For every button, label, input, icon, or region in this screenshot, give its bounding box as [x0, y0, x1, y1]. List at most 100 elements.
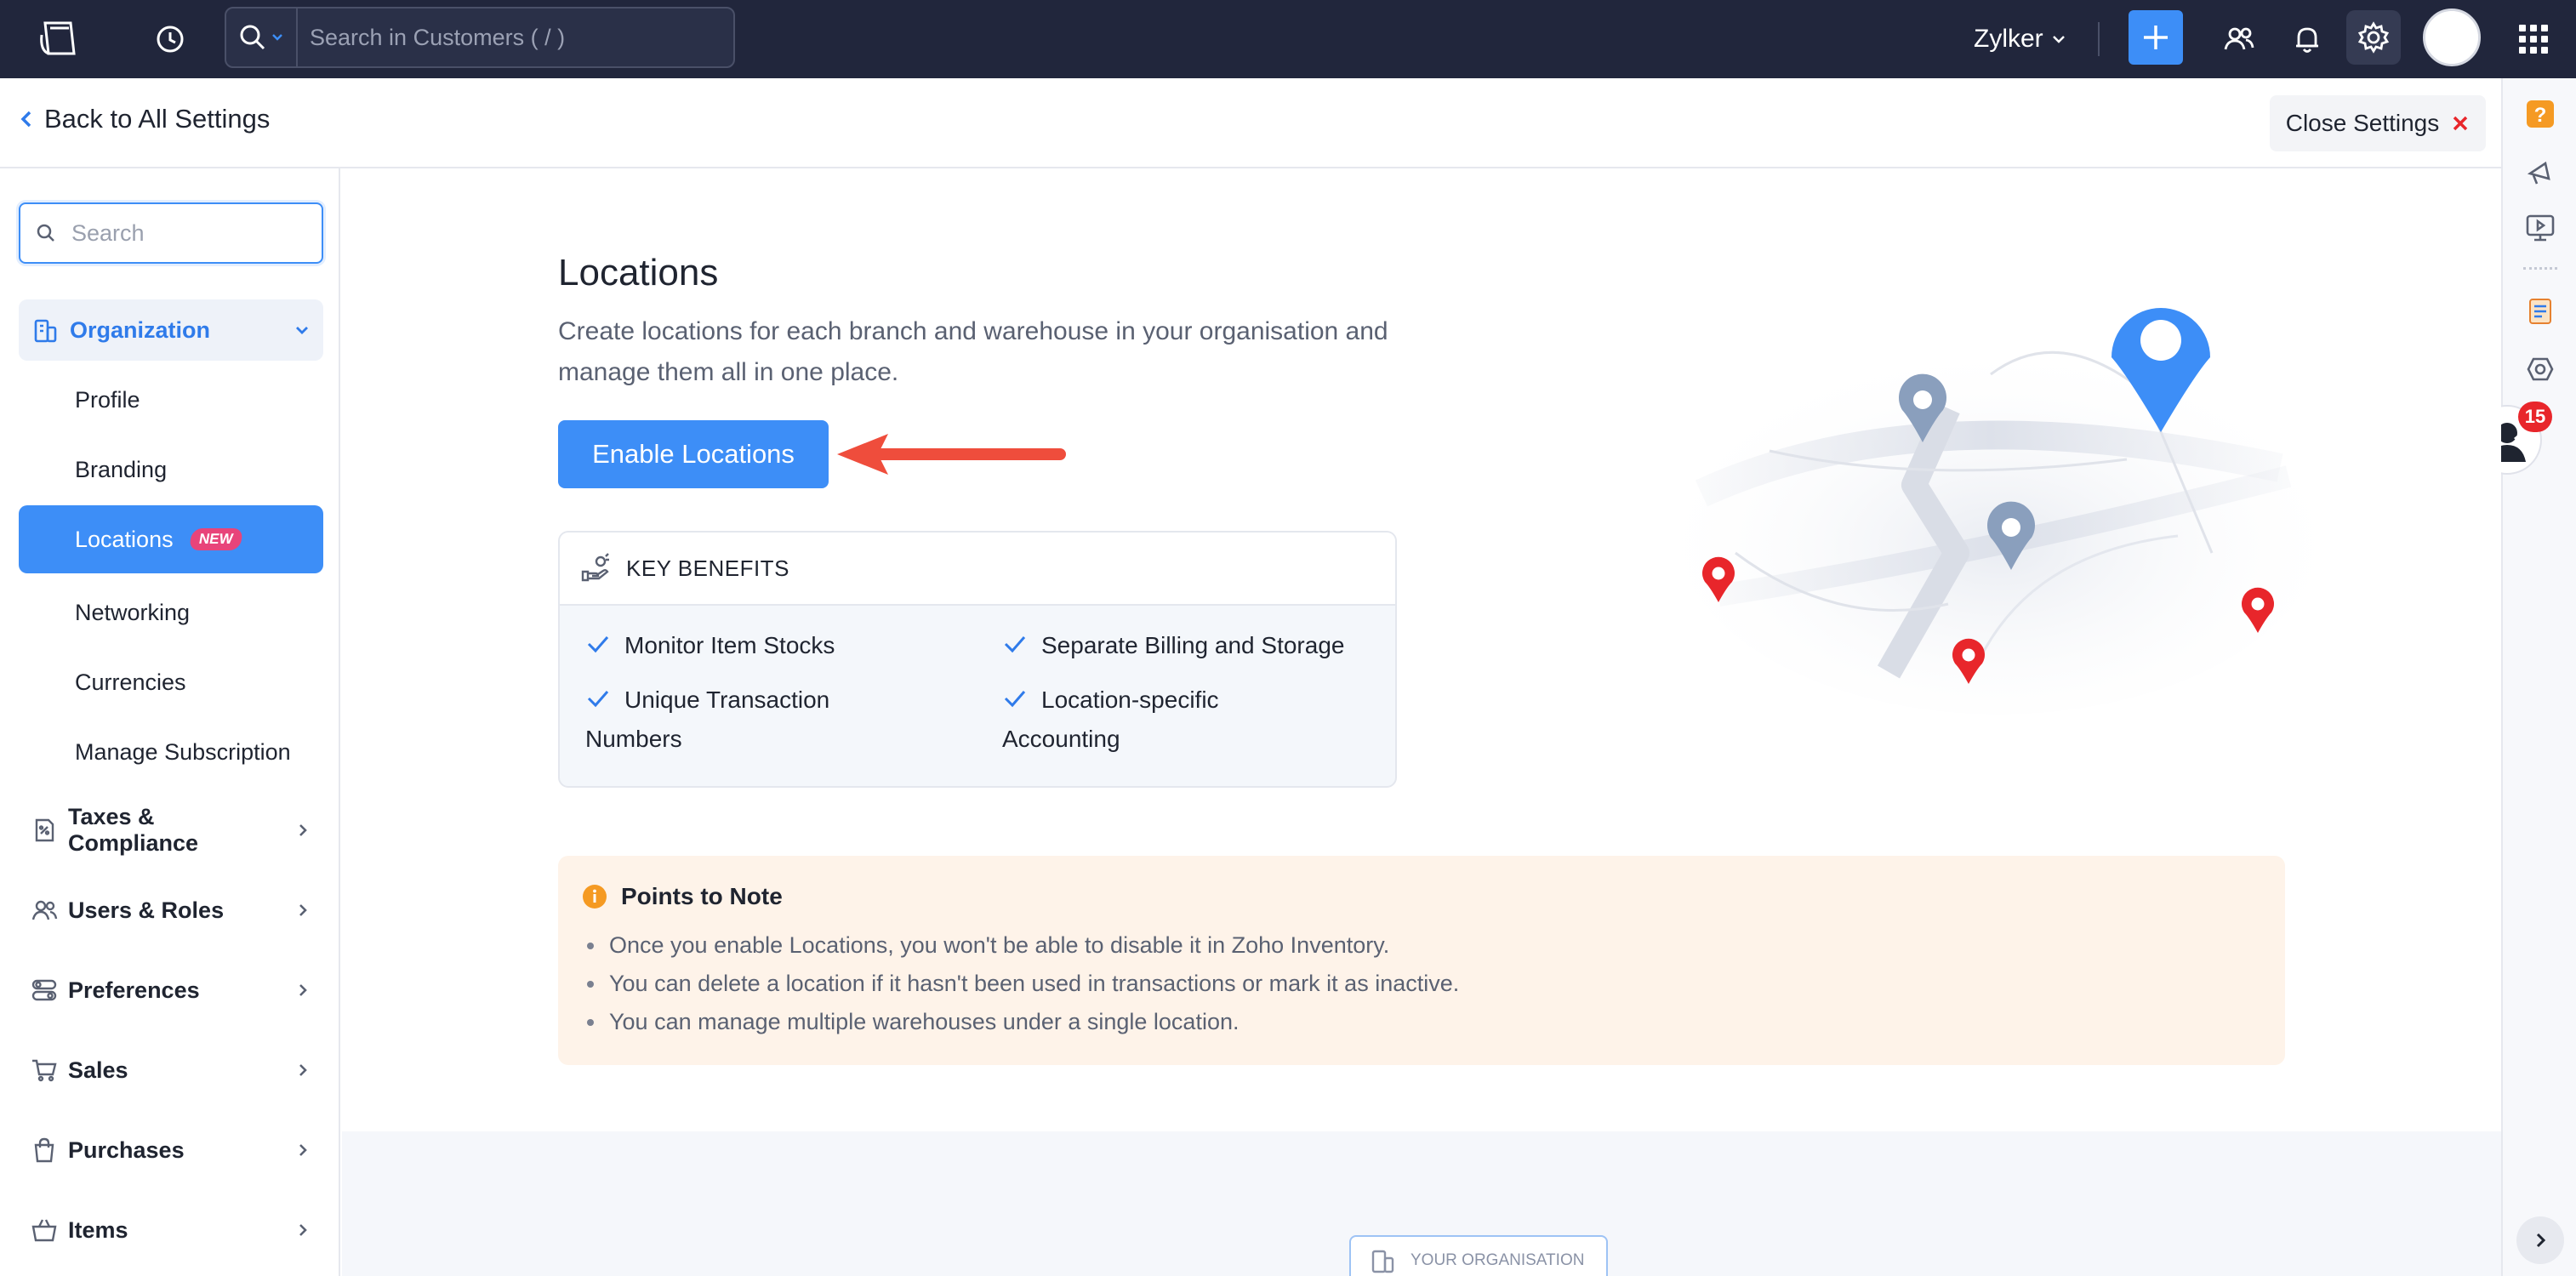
bell-icon[interactable]: [2287, 19, 2328, 60]
svg-text:?: ?: [2534, 104, 2547, 127]
org-name: Zylker: [1974, 25, 2043, 53]
apps-grid-icon[interactable]: [2511, 17, 2556, 61]
page-title: Locations: [558, 252, 719, 293]
sidebar-search[interactable]: [19, 202, 323, 264]
chevron-right-icon: [299, 904, 307, 916]
sidebar-item-manage-subscription[interactable]: Manage Subscription: [19, 718, 323, 786]
sidebar-group-label: Items: [68, 1216, 128, 1243]
notes-icon[interactable]: [2522, 293, 2559, 330]
quick-create-button[interactable]: [2129, 10, 2183, 65]
sidebar-group-taxes-compliance[interactable]: Taxes & Compliance: [19, 800, 323, 861]
hand-coin-icon: [581, 553, 609, 582]
sidebar-group-label: Organization: [70, 316, 211, 343]
announcement-icon[interactable]: [2522, 153, 2559, 191]
sidebar-item-branding[interactable]: Branding: [19, 436, 323, 504]
check-icon: [1004, 691, 1026, 708]
note-text: Once you enable Locations, you won't be …: [609, 932, 1390, 958]
sidebar-group-items[interactable]: Items: [19, 1199, 323, 1261]
sidebar-item-label: Locations: [75, 526, 174, 552]
benefit-label: Separate Billing and Storage: [1041, 632, 1345, 658]
sidebar-item-currencies[interactable]: Currencies: [19, 648, 323, 716]
sidebar-item-profile[interactable]: Profile: [19, 366, 323, 434]
building-icon: [1371, 1250, 1394, 1273]
info-icon: [583, 885, 607, 909]
global-search-input[interactable]: [298, 9, 733, 66]
check-icon: [1004, 636, 1026, 653]
points-to-note-box: Points to Note Once you enable Locations…: [558, 856, 2285, 1065]
sidebar-item-label: Profile: [75, 386, 140, 413]
sidebar-group-purchases[interactable]: Purchases: [19, 1119, 323, 1181]
key-benefits-card: KEY BENEFITS Monitor Item Stocks Separat…: [558, 531, 1397, 788]
basket-icon: [31, 1219, 57, 1242]
notification-count-badge: 15: [2518, 402, 2552, 432]
close-icon: [2453, 116, 2468, 131]
help-icon[interactable]: ?: [2522, 95, 2559, 133]
chevron-right-icon: [299, 1144, 307, 1156]
divider: [2098, 22, 2100, 56]
rail-separator: [2523, 267, 2557, 270]
right-rail: ?: [2501, 78, 2576, 1276]
sidebar-group-preferences[interactable]: Preferences: [19, 960, 323, 1021]
support-icon[interactable]: [2522, 350, 2559, 388]
video-icon[interactable]: [2522, 209, 2559, 247]
benefit-item: Monitor Item Stocks: [585, 626, 960, 665]
gear-icon: [2357, 21, 2390, 54]
expand-rail-button[interactable]: [2516, 1216, 2564, 1264]
chevron-right-icon: [2536, 1233, 2546, 1248]
settings-sidebar: Organization Profile Branding Locations …: [0, 168, 340, 1276]
benefit-label: Monitor Item Stocks: [624, 632, 835, 658]
close-settings-button[interactable]: Close Settings: [2270, 95, 2486, 151]
key-benefits-header: KEY BENEFITS: [560, 533, 1395, 606]
search-icon: [20, 223, 71, 243]
cart-icon: [32, 1059, 57, 1082]
benefit-label: Unique Transaction Numbers: [585, 686, 830, 752]
close-settings-label: Close Settings: [2285, 110, 2440, 136]
page-description: Create locations for each branch and war…: [558, 317, 1388, 386]
pointer-arrow-annotation: [837, 434, 1066, 475]
history-icon[interactable]: [150, 19, 191, 60]
chevron-right-icon: [299, 824, 307, 836]
settings-header: Back to All Settings Close Settings: [0, 78, 2501, 168]
enable-locations-button[interactable]: Enable Locations: [558, 420, 829, 488]
check-icon: [587, 691, 609, 708]
note-item: You can manage multiple warehouses under…: [587, 1009, 1239, 1035]
note-text: You can delete a location if it hasn't b…: [609, 971, 1460, 996]
users-icon: [31, 900, 58, 920]
back-label: Back to All Settings: [44, 104, 271, 134]
sidebar-item-label: Branding: [75, 456, 168, 482]
sidebar-item-locations[interactable]: Locations NEW: [19, 505, 323, 573]
sidebar-item-label: Manage Subscription: [75, 738, 291, 765]
chevron-down-icon: [296, 327, 308, 334]
users-icon[interactable]: [2219, 19, 2260, 60]
toggles-icon: [31, 979, 57, 1001]
top-navigation-bar: Zylker: [0, 0, 2576, 78]
chevron-right-icon: [299, 984, 307, 996]
sidebar-group-sales[interactable]: Sales: [19, 1040, 323, 1101]
avatar[interactable]: [2423, 9, 2481, 66]
sidebar-search-input[interactable]: [71, 219, 310, 247]
chevron-left-icon: [20, 111, 31, 128]
global-search[interactable]: [225, 7, 735, 68]
sidebar-group-label: Preferences: [68, 977, 200, 1003]
sidebar-group-label: Taxes & Compliance: [68, 804, 199, 856]
note-text: You can manage multiple warehouses under…: [609, 1009, 1240, 1034]
settings-button[interactable]: [2346, 10, 2401, 65]
back-to-settings-link[interactable]: Back to All Settings: [19, 104, 270, 134]
chevron-right-icon: [299, 1064, 307, 1076]
check-icon: [587, 636, 609, 653]
search-icon[interactable]: [226, 9, 298, 66]
org-switcher[interactable]: Zylker: [1974, 19, 2067, 60]
sidebar-group-users-roles[interactable]: Users & Roles: [19, 880, 323, 941]
sidebar-group-organization[interactable]: Organization: [19, 299, 323, 361]
sidebar-group-label: Users & Roles: [68, 897, 225, 923]
building-icon: [34, 319, 57, 343]
org-chip-label: YOUR ORGANISATION: [1411, 1251, 1585, 1269]
locations-map-illustration: [1676, 308, 2314, 715]
benefit-item: Unique Transaction Numbers: [585, 681, 926, 759]
tax-document-icon: [35, 818, 54, 842]
note-item: Once you enable Locations, you won't be …: [587, 932, 1389, 959]
note-item: You can delete a location if it hasn't b…: [587, 971, 1459, 997]
sidebar-item-networking[interactable]: Networking: [19, 578, 323, 647]
logo-icon[interactable]: [34, 14, 85, 65]
your-organisation-chip: YOUR ORGANISATION: [1349, 1235, 1608, 1276]
